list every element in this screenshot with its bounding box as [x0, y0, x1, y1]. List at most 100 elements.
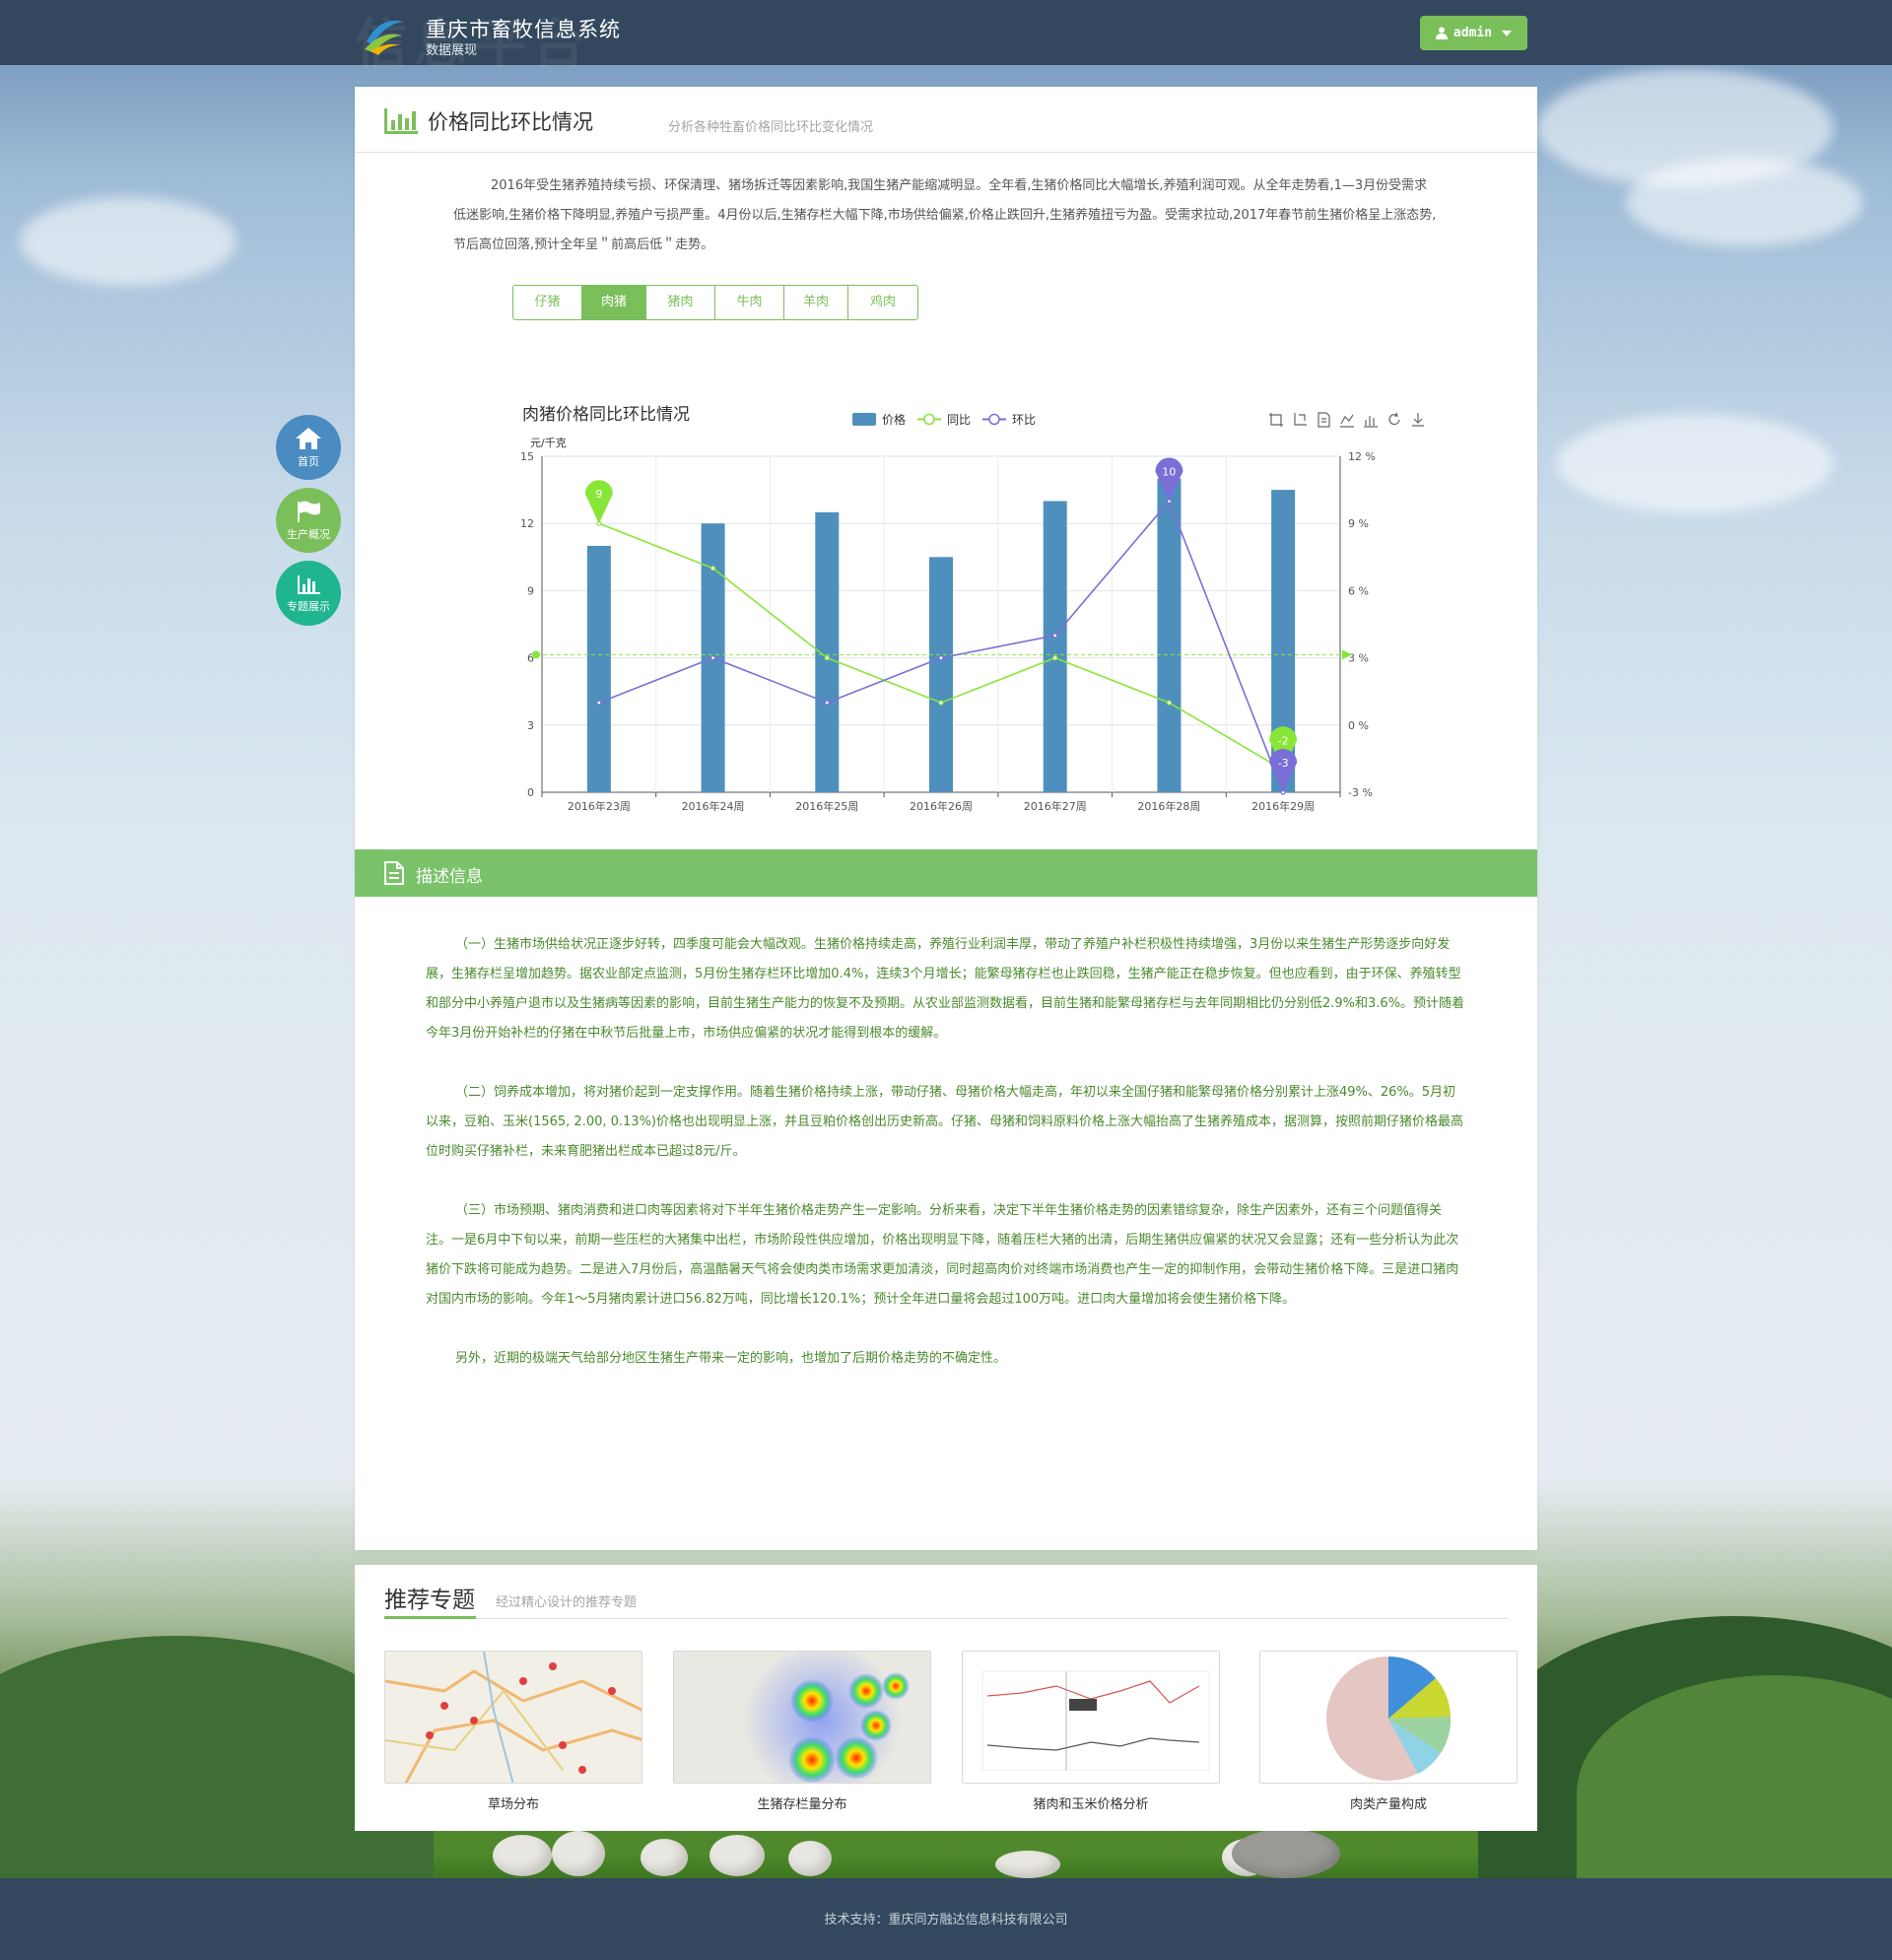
- document-icon: [384, 861, 404, 885]
- line-chart-thumbnail-image: [981, 1670, 1210, 1771]
- bar-chart-icon: [298, 574, 320, 594]
- legend-label: 同比: [947, 413, 971, 427]
- mark-point-label: -2: [1278, 734, 1289, 747]
- point-环比: [596, 700, 602, 706]
- tab-4[interactable]: 羊肉: [784, 286, 848, 319]
- legend-swatch-dot: [988, 413, 1000, 426]
- category-tabs: 仔猪 肉猪 猪肉 牛肉 羊肉 鸡肉: [512, 285, 918, 320]
- app-subtitle: 数据展现: [426, 43, 478, 58]
- tab-0[interactable]: 仔猪: [513, 286, 582, 319]
- heatmap-thumbnail-image: [743, 1652, 910, 1783]
- float-nav-topics[interactable]: 专题展示: [276, 561, 341, 626]
- data-zoom-icon[interactable]: [1269, 413, 1283, 427]
- map-thumbnail[interactable]: [384, 1651, 642, 1784]
- zoom-reset-icon[interactable]: [1294, 413, 1307, 426]
- data-view-icon[interactable]: [1318, 412, 1330, 428]
- x-tick-label: 2016年29周: [1251, 799, 1315, 813]
- y-tick-label: 0: [527, 786, 534, 799]
- topic-label-pig-stock[interactable]: 生猪存栏量分布: [673, 1793, 931, 1812]
- line-type-icon[interactable]: [1340, 414, 1354, 428]
- mark-point-label: -3: [1278, 757, 1289, 770]
- float-nav-label: 首页: [298, 454, 319, 468]
- y-tick-label: 12: [520, 517, 534, 530]
- description-paragraph: （二）饲养成本增加，将对猪价起到一定支撑作用。随着生猪价格持续上涨，带动仔猪、母…: [426, 1085, 1464, 1159]
- float-nav-home[interactable]: 首页: [276, 415, 341, 480]
- footer-text: 技术支持：重庆同方融达信息科技有限公司: [824, 1913, 1068, 1927]
- map-thumbnail-image: [385, 1652, 642, 1783]
- description-paragraph: （一）生猪市场供给状况正逐步好转，四季度可能会大幅改观。生猪价格持续走高，养殖行…: [426, 937, 1465, 1041]
- title-underline: [384, 1616, 476, 1619]
- x-tick-label: 2016年23周: [568, 799, 631, 813]
- point-同比: [1052, 655, 1058, 661]
- legend-label: 价格: [882, 412, 906, 427]
- panel-header: 价格同比环比情况 分析各种牲畜价格同比环比变化情况: [355, 87, 1537, 153]
- pie-chart-thumbnail-image: [1326, 1656, 1452, 1781]
- topic-label-pork-corn[interactable]: 猪肉和玉米价格分析: [962, 1793, 1220, 1812]
- panel-title: 价格同比环比情况: [428, 110, 593, 134]
- chevron-down-icon: [1502, 30, 1513, 36]
- point-同比: [1166, 700, 1173, 706]
- restore-icon[interactable]: [1388, 412, 1400, 426]
- mark-point-label: 10: [1162, 465, 1176, 478]
- y2-tick-label: 6 %: [1348, 584, 1369, 597]
- legend-swatch: [852, 413, 876, 426]
- footer: 技术支持：重庆同方融达信息科技有限公司: [0, 1878, 1892, 1960]
- y-tick-label: 3: [527, 719, 534, 732]
- chart-y-axis-label: 元/千克: [530, 437, 567, 449]
- tab-1[interactable]: 肉猪: [582, 286, 646, 319]
- divider: [384, 1618, 1508, 1619]
- flag-icon: [298, 501, 320, 522]
- recommend-title: 推荐专题: [384, 1588, 475, 1613]
- y2-tick-label: 3 %: [1348, 652, 1369, 665]
- intro-text: 2016年受生猪养殖持续亏损、环保清理、猪场拆迁等因素影响,我国生猪产能缩减明显…: [453, 178, 1437, 252]
- topic-label-grassland[interactable]: 草场分布: [384, 1793, 642, 1812]
- user-icon: [1435, 27, 1448, 39]
- float-nav-production[interactable]: 生产概况: [276, 488, 341, 553]
- mark-point-label: 9: [595, 488, 602, 501]
- y-tick-label: 15: [520, 450, 534, 463]
- tab-5[interactable]: 鸡肉: [848, 286, 917, 319]
- description-header: 描述信息: [355, 849, 1537, 897]
- float-nav-label: 专题展示: [287, 599, 330, 613]
- bar-type-icon[interactable]: [1364, 416, 1378, 428]
- chart-title: 肉猪价格同比环比情况: [522, 405, 690, 425]
- point-同比: [824, 655, 830, 661]
- description-body: （一）生猪市场供给状况正逐步好转，四季度可能会大幅改观。生猪价格持续走高，养殖行…: [426, 930, 1466, 1403]
- recommend-section: 推荐专题 经过精心设计的推荐专题 草场分布 生猪存栏量分布 猪肉和玉米价格分析 …: [355, 1565, 1537, 1831]
- point-环比: [824, 700, 830, 706]
- description-paragraph: （三）市场预期、猪肉消费和进口肉等因素将对下半年生猪价格走势产生一定影响。分析来…: [426, 1203, 1459, 1307]
- bar-price: [1157, 478, 1182, 792]
- logo-icon: [365, 20, 404, 55]
- topic-label-meat-output[interactable]: 肉类产量构成: [1259, 1793, 1518, 1812]
- bar-price: [1043, 501, 1067, 792]
- line-chart-thumbnail[interactable]: [962, 1651, 1220, 1784]
- bar-price: [586, 545, 611, 792]
- legend-label: 环比: [1012, 413, 1036, 427]
- pie-chart-thumbnail[interactable]: [1259, 1651, 1518, 1784]
- legend-swatch-dot: [923, 413, 935, 426]
- point-环比: [710, 655, 716, 661]
- point-同比: [710, 566, 716, 572]
- bar-price: [929, 557, 953, 792]
- user-menu-button[interactable]: admin: [1420, 16, 1527, 50]
- bar-chart-icon: [384, 108, 418, 134]
- heatmap-thumbnail[interactable]: [673, 1651, 931, 1784]
- save-image-icon[interactable]: [1412, 413, 1424, 427]
- recommend-subtitle: 经过精心设计的推荐专题: [496, 1595, 638, 1610]
- tab-2[interactable]: 猪肉: [646, 286, 715, 319]
- point-同比: [938, 700, 944, 706]
- y-tick-label: 9: [527, 584, 534, 597]
- average-mark-start: [532, 650, 540, 659]
- x-tick-label: 2016年26周: [910, 799, 973, 813]
- y2-tick-label: 9 %: [1348, 517, 1369, 530]
- y2-tick-label: 12 %: [1348, 450, 1376, 463]
- y2-tick-label: -3 %: [1348, 786, 1373, 799]
- description-paragraph: 另外，近期的极端天气给部分地区生猪生产带来一定的影响，也增加了后期价格走势的不确…: [455, 1351, 1007, 1366]
- home-icon: [296, 427, 321, 449]
- mark-point-pin: [584, 480, 613, 524]
- tab-3[interactable]: 牛肉: [715, 286, 784, 319]
- x-tick-label: 2016年27周: [1024, 799, 1087, 813]
- point-环比: [1052, 633, 1058, 639]
- y2-tick-label: 0 %: [1348, 719, 1369, 732]
- x-tick-label: 2016年28周: [1137, 799, 1200, 813]
